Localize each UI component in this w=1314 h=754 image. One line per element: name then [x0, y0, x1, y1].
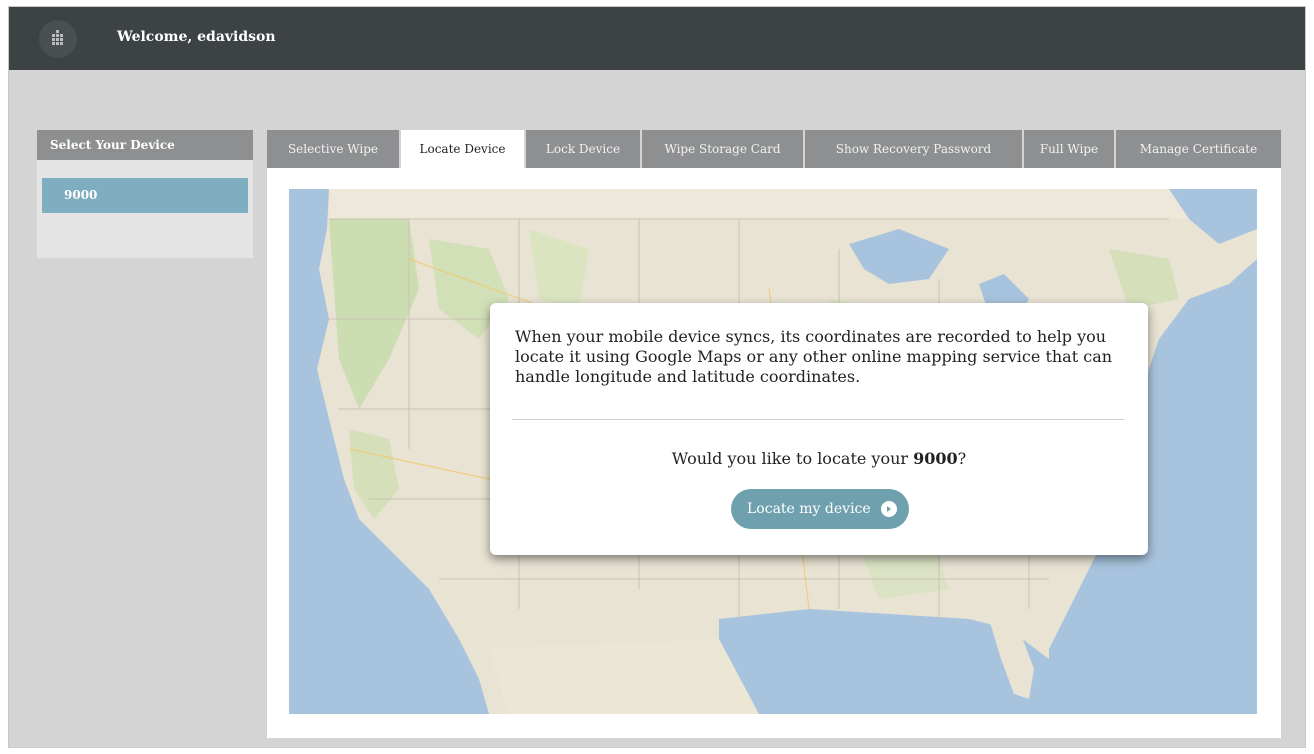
arrow-right-icon [881, 501, 897, 517]
building-icon [39, 20, 77, 58]
tab-manage-certificate[interactable]: Manage Certificate [1116, 130, 1281, 168]
locate-my-device-button[interactable]: Locate my device [731, 489, 909, 529]
question-suffix: ? [957, 449, 967, 468]
locate-description: When your mobile device syncs, its coord… [515, 327, 1113, 386]
device-panel-title: Select Your Device [37, 130, 253, 160]
top-bar: Welcome, edavidson [9, 7, 1305, 70]
tab-full-wipe[interactable]: Full Wipe [1024, 130, 1116, 168]
locate-question: Would you like to locate your 9000? [490, 449, 1148, 468]
dialog-divider [512, 419, 1124, 420]
app-frame: Welcome, edavidson Select Your Device 90… [8, 6, 1306, 748]
locate-dialog: When your mobile device syncs, its coord… [490, 303, 1148, 555]
device-item-9000[interactable]: 9000 [42, 178, 248, 213]
tab-show-recovery-password[interactable]: Show Recovery Password [805, 130, 1024, 168]
tab-lock-device[interactable]: Lock Device [526, 130, 642, 168]
tab-locate-device[interactable]: Locate Device [401, 130, 526, 168]
device-panel: Select Your Device 9000 [37, 130, 253, 258]
action-tabs: Selective Wipe Locate Device Lock Device… [267, 130, 1281, 168]
welcome-text: Welcome, edavidson [117, 29, 276, 45]
tab-selective-wipe[interactable]: Selective Wipe [267, 130, 401, 168]
question-prefix: Would you like to locate your [671, 449, 914, 468]
locate-button-label: Locate my device [747, 501, 871, 517]
tab-wipe-storage-card[interactable]: Wipe Storage Card [642, 130, 805, 168]
question-device: 9000 [913, 449, 958, 468]
tab-content: When your mobile device syncs, its coord… [267, 168, 1281, 738]
map[interactable]: When your mobile device syncs, its coord… [289, 189, 1257, 714]
